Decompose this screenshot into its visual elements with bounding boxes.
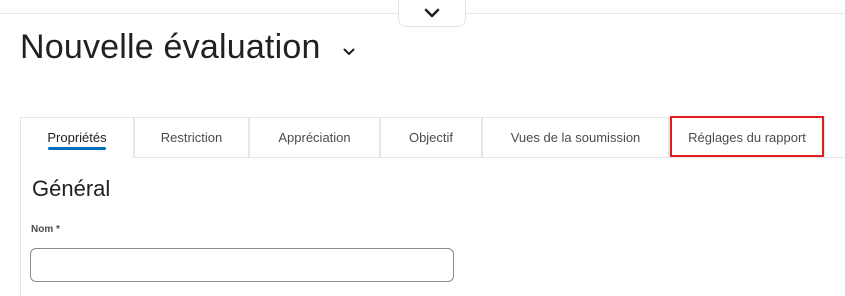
tab-restriction[interactable]: Restriction — [134, 117, 249, 157]
tab-reglages-du-rapport[interactable]: Réglages du rapport — [669, 117, 825, 157]
tab-label: Vues de la soumission — [510, 130, 641, 145]
collapse-header-button[interactable] — [398, 0, 466, 27]
page-title: Nouvelle évaluation — [20, 27, 321, 66]
tab-proprietes[interactable]: Propriétés — [20, 117, 134, 158]
tab-bar: Propriétés Restriction Appréciation Obje… — [20, 117, 845, 158]
tab-label: Objectif — [408, 130, 454, 145]
tab-vues-de-la-soumission[interactable]: Vues de la soumission — [482, 117, 669, 157]
tab-label: Réglages du rapport — [688, 130, 806, 145]
chevron-down-icon — [424, 8, 440, 18]
tab-label: Appréciation — [278, 130, 351, 145]
name-input[interactable] — [30, 248, 454, 282]
chevron-down-icon — [343, 48, 355, 55]
name-field-label: Nom * — [31, 224, 60, 235]
page-header: Nouvelle évaluation — [20, 22, 355, 72]
tab-appreciation[interactable]: Appréciation — [249, 117, 380, 157]
tab-objectif[interactable]: Objectif — [380, 117, 482, 157]
section-title: Général — [32, 176, 111, 201]
active-tab-indicator — [48, 147, 106, 150]
tab-label: Restriction — [160, 130, 223, 145]
tab-label: Propriétés — [47, 130, 107, 145]
title-menu-button[interactable] — [343, 48, 355, 56]
